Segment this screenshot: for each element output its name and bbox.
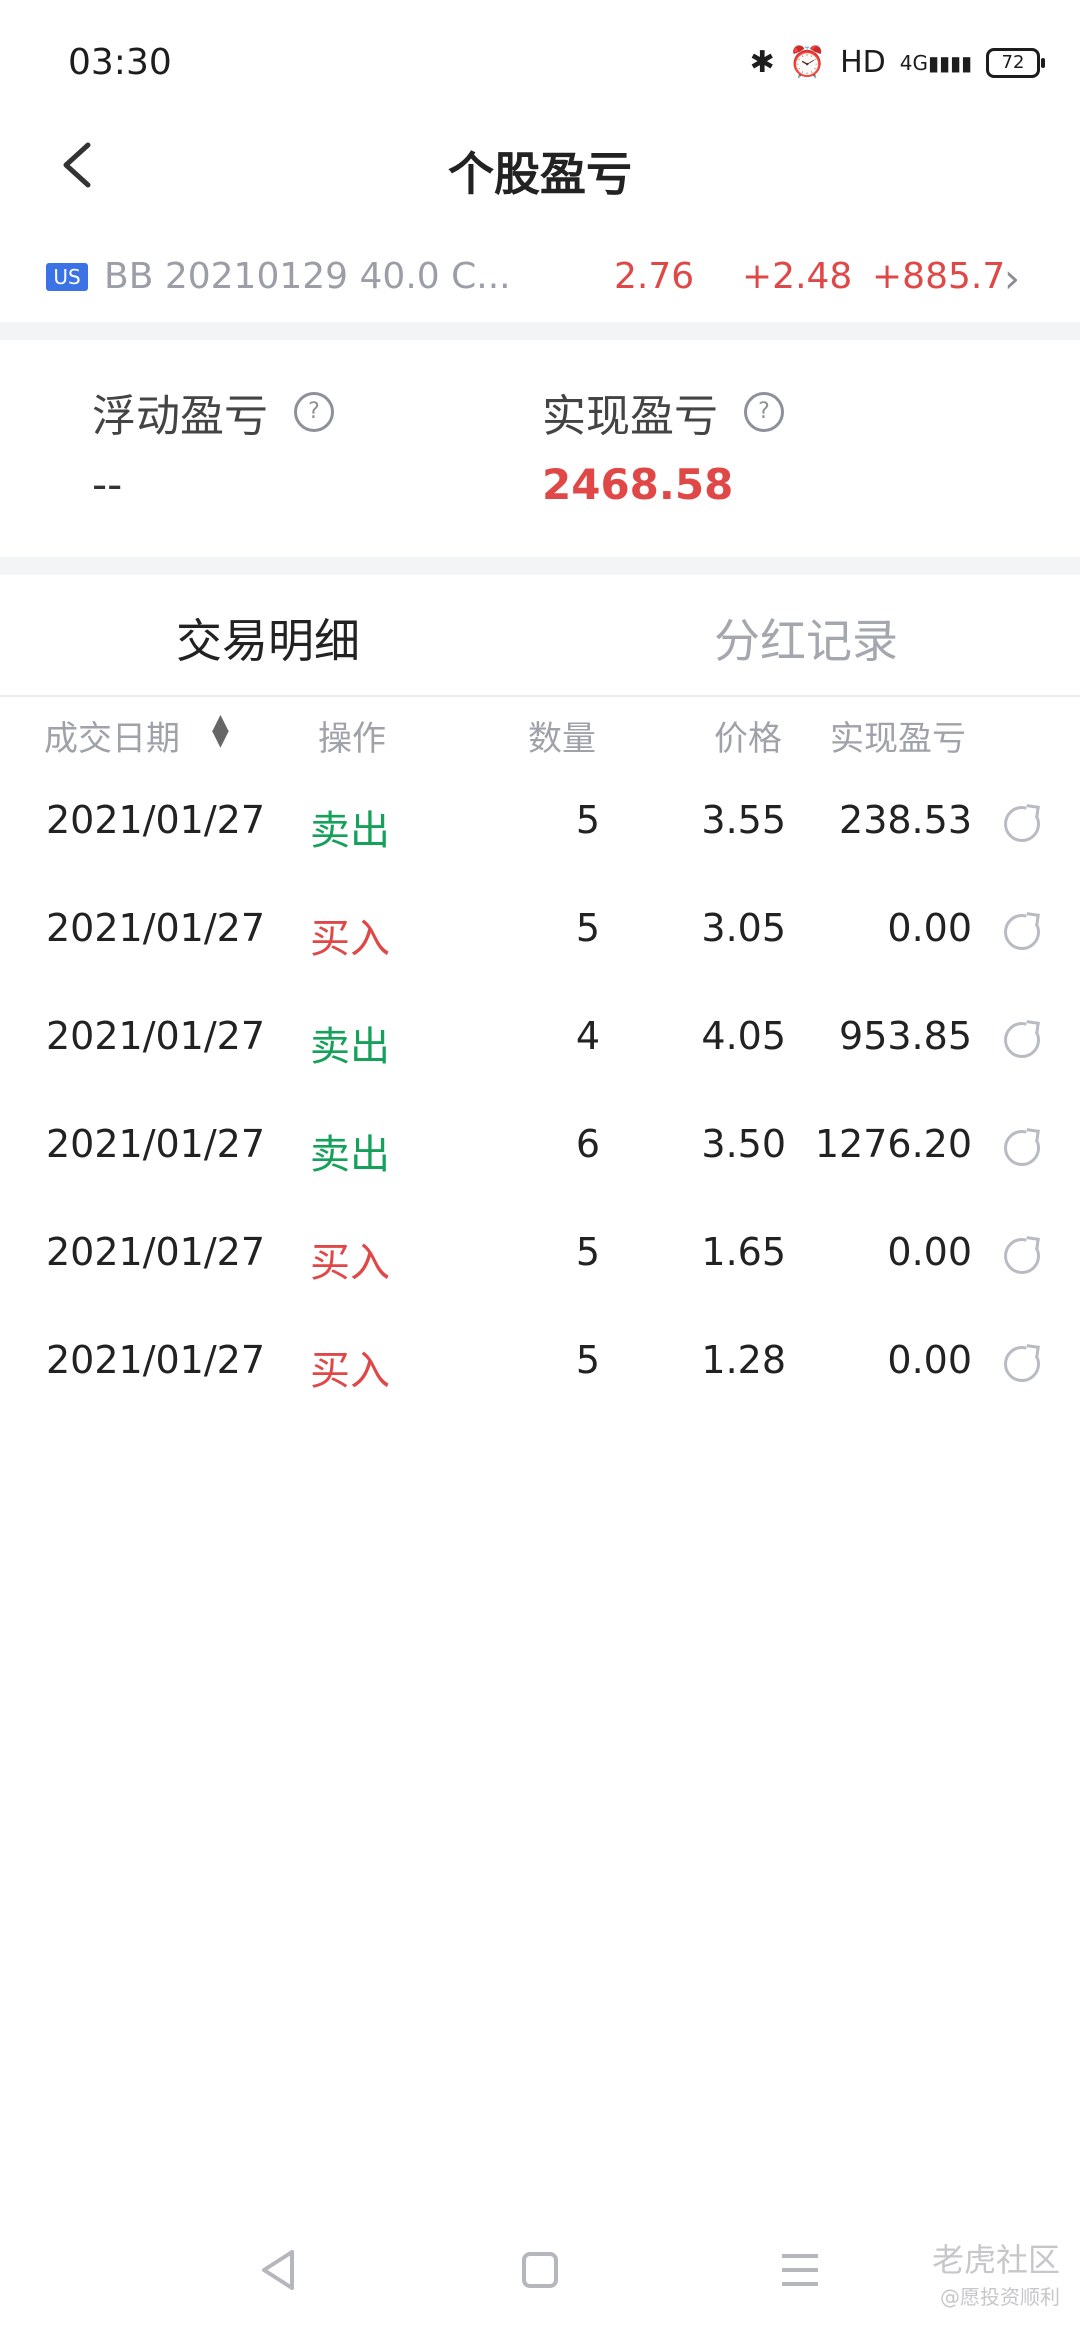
share-icon[interactable] [1004, 806, 1040, 842]
tab-trade-details[interactable]: 交易明细 [176, 605, 360, 671]
header-action: 操作 [318, 719, 386, 759]
realized-pnl-value: 2468.58 [542, 460, 734, 509]
row-qty: 5 [575, 1338, 600, 1382]
table-row[interactable]: 2021/01/27 买入 5 1.65 0.00 [0, 1202, 1080, 1310]
realized-pnl-label: 实现盈亏 ? [542, 380, 784, 444]
header-date[interactable]: 成交日期 [44, 711, 180, 760]
row-realized: 238.53 [839, 798, 972, 842]
table-header: 成交日期 ▲ ▼ 操作 数量 价格 实现盈亏 [0, 705, 1080, 765]
page-title: 个股盈亏 [448, 147, 632, 201]
row-date: 2021/01/27 [46, 1230, 266, 1274]
share-icon[interactable] [1004, 1238, 1040, 1274]
floating-pnl-title: 浮动盈亏 [92, 391, 268, 442]
row-qty: 6 [575, 1122, 600, 1166]
row-action: 买入 [310, 1240, 390, 1286]
stock-summary-row[interactable]: US BB 20210129 40.0 C... 2.76 +2.48 +885… [0, 240, 1080, 310]
alarm-icon: ⏰ [788, 45, 827, 80]
row-price: 1.28 [701, 1338, 786, 1382]
row-realized: 0.00 [887, 1338, 972, 1382]
header-realized: 实现盈亏 [830, 719, 966, 759]
help-icon[interactable]: ? [294, 392, 334, 432]
section-divider [0, 557, 1080, 575]
stock-change-pct: +885.7 [872, 256, 1006, 297]
row-action: 买入 [310, 916, 390, 962]
row-price: 3.05 [701, 906, 786, 950]
row-action: 买入 [310, 1348, 390, 1394]
row-date: 2021/01/27 [46, 798, 266, 842]
row-action: 卖出 [310, 1024, 390, 1070]
market-badge: US [46, 263, 88, 291]
section-divider [0, 322, 1080, 340]
watermark-title: 老虎社区 [931, 2241, 1060, 2279]
nav-back-icon[interactable] [250, 2240, 310, 2300]
tab-dividends[interactable]: 分红记录 [714, 605, 898, 671]
chevron-right-icon[interactable]: › [1004, 256, 1020, 302]
pnl-summary: 浮动盈亏 ? -- 实现盈亏 ? 2468.58 [0, 340, 1080, 555]
row-action: 卖出 [310, 808, 390, 854]
trade-list: 2021/01/27 卖出 5 3.55 238.53 2021/01/27 买… [0, 770, 1080, 1418]
table-row[interactable]: 2021/01/27 卖出 4 4.05 953.85 [0, 986, 1080, 1094]
row-qty: 4 [575, 1014, 600, 1058]
row-qty: 5 [575, 1230, 600, 1274]
table-row[interactable]: 2021/01/27 卖出 5 3.55 238.53 [0, 770, 1080, 878]
realized-pnl: 实现盈亏 ? 2468.58 [542, 380, 784, 509]
row-price: 3.50 [701, 1122, 786, 1166]
realized-pnl-title: 实现盈亏 [542, 391, 718, 442]
help-icon[interactable]: ? [744, 392, 784, 432]
nav-home-icon[interactable] [510, 2240, 570, 2300]
share-icon[interactable] [1004, 1022, 1040, 1058]
signal-4g-icon: 4G▮▮▮▮ [899, 50, 972, 75]
page: 03:30 ✱ ⏰ HD 4G▮▮▮▮ 72 个股盈亏 US BB 202101… [0, 0, 1080, 2340]
row-realized: 1276.20 [814, 1122, 972, 1166]
nav-menu-icon[interactable] [770, 2240, 830, 2300]
table-row[interactable]: 2021/01/27 买入 5 1.28 0.00 [0, 1310, 1080, 1418]
row-date: 2021/01/27 [46, 906, 266, 950]
row-realized: 0.00 [887, 1230, 972, 1274]
stock-change: +2.48 [742, 256, 853, 297]
table-row[interactable]: 2021/01/27 卖出 6 3.50 1276.20 [0, 1094, 1080, 1202]
floating-pnl-label: 浮动盈亏 ? [92, 380, 334, 444]
row-price: 1.65 [701, 1230, 786, 1274]
row-action: 卖出 [310, 1132, 390, 1178]
status-time: 03:30 [68, 42, 172, 83]
sort-icon[interactable]: ▲ ▼ [212, 712, 229, 750]
network-label: 4G [899, 50, 928, 75]
watermark-subtitle: @愿投资顺利 [940, 2285, 1060, 2309]
system-nav-bar: 老虎社区 @愿投资顺利 [0, 2200, 1080, 2340]
row-price: 3.55 [701, 798, 786, 842]
row-date: 2021/01/27 [46, 1338, 266, 1382]
row-date: 2021/01/27 [46, 1122, 266, 1166]
floating-pnl: 浮动盈亏 ? -- [92, 380, 334, 509]
stock-name: BB 20210129 40.0 C... [104, 256, 511, 297]
share-icon[interactable] [1004, 1130, 1040, 1166]
floating-pnl-value: -- [92, 460, 123, 509]
battery-icon: 72 [986, 47, 1045, 78]
hd-label: HD [840, 45, 886, 80]
header: 个股盈亏 [0, 120, 1080, 210]
header-qty: 数量 [528, 719, 596, 759]
tab-bar: 交易明细 分红记录 [0, 575, 1080, 697]
header-price: 价格 [714, 719, 782, 759]
row-price: 4.05 [701, 1014, 786, 1058]
status-icons: ✱ ⏰ HD 4G▮▮▮▮ 72 [749, 45, 1045, 80]
bluetooth-icon: ✱ [749, 45, 775, 80]
row-qty: 5 [575, 906, 600, 950]
share-icon[interactable] [1004, 1346, 1040, 1382]
share-icon[interactable] [1004, 914, 1040, 950]
status-bar: 03:30 ✱ ⏰ HD 4G▮▮▮▮ 72 [0, 0, 1080, 130]
watermark: 老虎社区 @愿投资顺利 [932, 2235, 1060, 2310]
row-realized: 0.00 [887, 906, 972, 950]
row-qty: 5 [575, 798, 600, 842]
stock-price: 2.76 [614, 256, 695, 297]
row-realized: 953.85 [839, 1014, 972, 1058]
table-row[interactable]: 2021/01/27 买入 5 3.05 0.00 [0, 878, 1080, 986]
row-date: 2021/01/27 [46, 1014, 266, 1058]
